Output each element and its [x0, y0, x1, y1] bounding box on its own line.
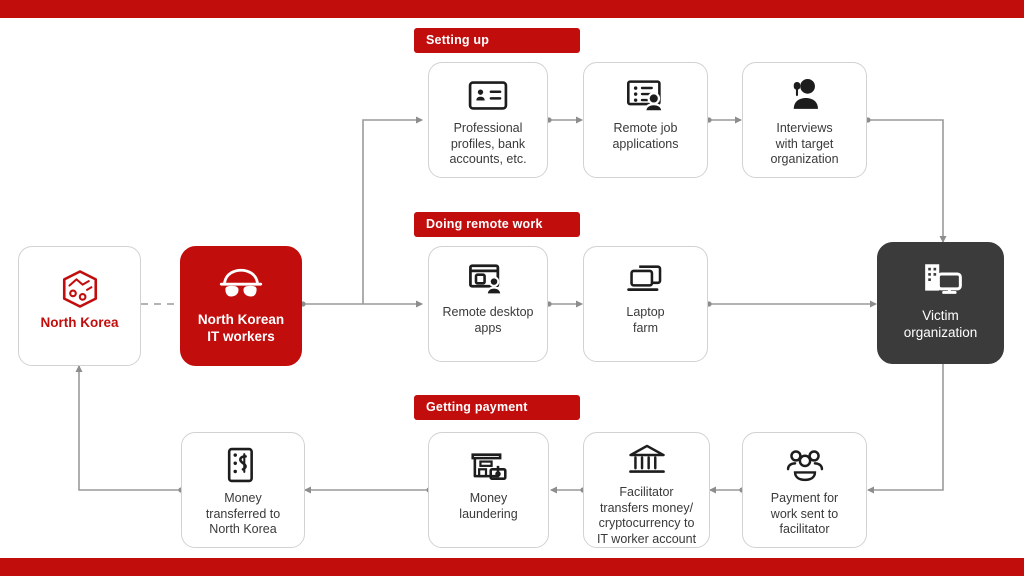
hand-holding-money-tag-icon — [225, 445, 261, 485]
node-payment-to-facilitator[interactable]: Payment for work sent to facilitator — [742, 432, 867, 548]
section-label-doing-remote-work: Doing remote work — [414, 212, 580, 237]
node-money-transferred[interactable]: Money transferred to North Korea — [181, 432, 305, 548]
node-it-workers[interactable]: North Korean IT workers — [180, 246, 302, 366]
storefront-cash-icon — [469, 445, 509, 485]
section-label-getting-payment: Getting payment — [414, 395, 580, 420]
node-professional-profiles[interactable]: Professional profiles, bank accounts, etc. — [428, 62, 548, 178]
node-victim-organization[interactable]: Victim organization — [877, 242, 1004, 364]
node-label: Money laundering — [459, 491, 518, 521]
node-facilitator-transfers[interactable]: Facilitator transfers money/cryptocurrenc… — [583, 432, 710, 548]
node-label: Laptop farm — [626, 305, 665, 335]
wire-money-transferred-to-north-korea — [75, 365, 180, 491]
node-label: Interviews with target organization — [770, 121, 839, 166]
node-laptop-farm[interactable]: Laptop farm — [583, 246, 708, 362]
node-remote-job-applications[interactable]: Remote job applications — [583, 62, 708, 178]
job-application-list-icon — [626, 75, 666, 115]
node-label: North Korean IT workers — [197, 312, 285, 344]
north-korea-map-icon — [59, 269, 101, 309]
office-building-monitor-icon — [919, 261, 963, 301]
id-card-icon — [468, 75, 508, 115]
node-label: Payment for work sent to facilitator — [770, 491, 839, 536]
section-label-text: Setting up — [426, 33, 490, 47]
node-north-korea[interactable]: North Korea — [18, 246, 141, 366]
group-of-people-icon — [786, 445, 824, 485]
node-label: Facilitator transfers money/cryptocurrenc… — [596, 485, 697, 546]
stacked-laptops-icon — [626, 259, 666, 299]
masked-spy-icon — [218, 265, 264, 305]
interview-person-microphone-icon — [786, 75, 824, 115]
node-interviews[interactable]: Interviews with target organization — [742, 62, 867, 178]
section-label-text: Doing remote work — [426, 217, 543, 231]
section-label-setting-up: Setting up — [414, 28, 580, 53]
node-label: Victim organization — [903, 308, 978, 340]
wire-victim-to-payment — [867, 364, 944, 494]
bank-building-icon — [628, 441, 666, 479]
wire-interviews-to-victim — [867, 119, 947, 243]
node-label: Professional profiles, bank accounts, etc. — [449, 121, 527, 166]
remote-desktop-window-icon — [468, 259, 508, 299]
node-label: North Korea — [40, 315, 119, 330]
node-money-laundering[interactable]: Money laundering — [428, 432, 549, 548]
wire-it-workers-to-profiles — [362, 116, 423, 304]
section-label-text: Getting payment — [426, 400, 528, 414]
node-remote-desktop-apps[interactable]: Remote desktop apps — [428, 246, 548, 362]
diagram-canvas: Setting up Doing remote work Getting pay… — [0, 0, 1024, 576]
node-label: Remote desktop apps — [442, 305, 534, 335]
node-label: Remote job applications — [612, 121, 679, 151]
node-label: Money transferred to North Korea — [205, 491, 281, 536]
